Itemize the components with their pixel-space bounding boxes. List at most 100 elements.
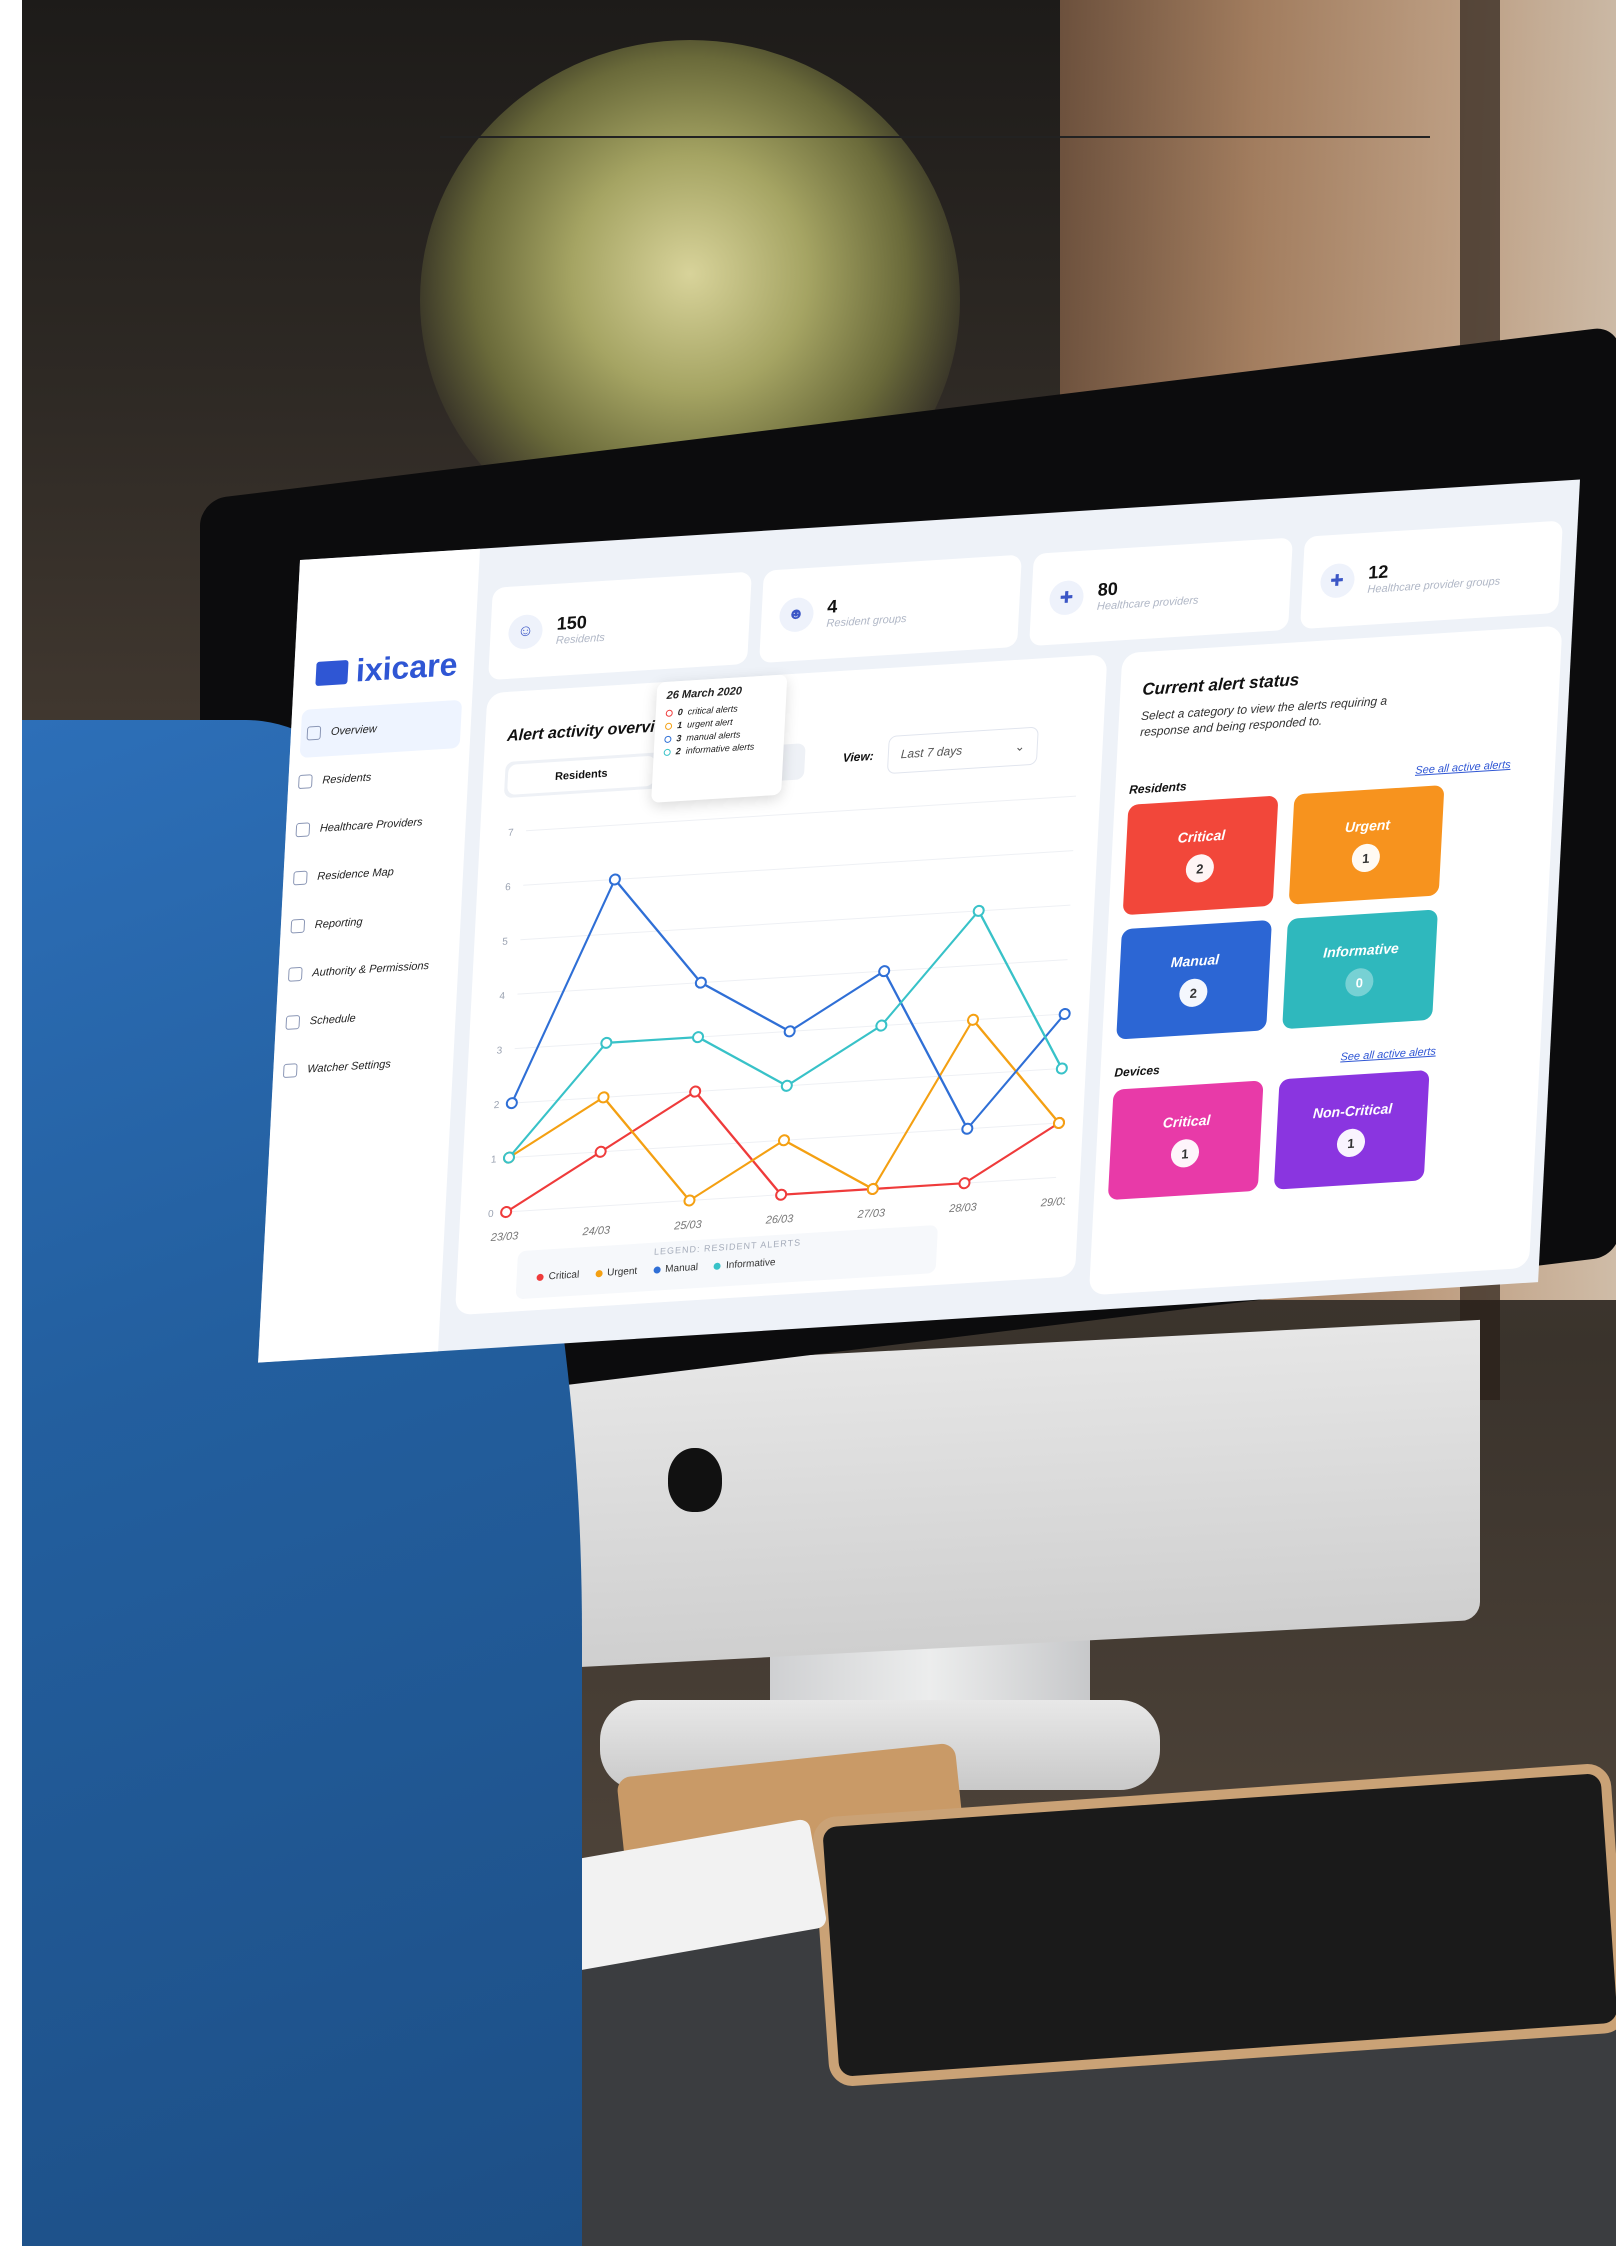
chart-title: Alert activity overview [506,717,677,746]
data-point [775,1188,788,1201]
residents-section-label: Residents [1128,779,1187,797]
data-point [505,1097,518,1110]
data-point [777,1134,791,1147]
tooltip-text: informative alerts [685,741,755,756]
stat-card-provider-groups[interactable]: ✚ 12 Healthcare provider groups [1299,520,1563,630]
y-tick-label: 3 [496,1045,503,1056]
see-all-device-alerts-link[interactable]: See all active alerts [1340,1046,1436,1064]
data-point [594,1145,607,1158]
y-tick-label: 6 [505,882,512,893]
medical-kit-icon: ✚ [1048,579,1085,616]
tile-resident-urgent[interactable]: Urgent 1 [1288,784,1445,905]
grid-line [523,850,1074,886]
tile-label: Critical [1177,826,1226,846]
data-point [967,1013,980,1026]
devices-section-label: Devices [1114,1062,1161,1080]
y-tick-label: 7 [508,828,515,839]
tile-count: 2 [1178,977,1209,1008]
tooltip-count: 0 [677,706,684,718]
medical-kit-icon [295,822,311,838]
view-dropdown[interactable]: Last 7 days ⌄ [886,726,1039,775]
tab-residents[interactable]: Residents [507,755,656,795]
data-point [961,1122,974,1135]
document-icon [290,918,306,934]
brand-name: ixicare [355,646,459,689]
data-point [1052,1116,1066,1129]
y-tick-label: 5 [502,936,509,947]
informative-ring-icon [663,748,671,756]
lock-icon [287,966,303,982]
tile-device-critical[interactable]: Critical 1 [1107,1080,1264,1201]
grid-line [520,904,1071,941]
x-tick-label: 25/03 [673,1219,703,1233]
see-all-resident-alerts-link[interactable]: See all active alerts [1415,759,1511,777]
tile-resident-informative[interactable]: Informative 0 [1282,909,1438,1030]
legend-item-informative[interactable]: Informative [713,1257,776,1272]
sidebar-nav: Overview Residents Healthcare Providers … [282,699,463,1095]
chevron-down-icon: ⌄ [1014,739,1026,755]
sidebar-item-label: Authority & Permissions [311,959,430,980]
data-point [692,1031,705,1044]
tile-count: 1 [1336,1127,1366,1158]
data-point [878,965,891,978]
grid-icon [306,725,322,741]
tooltip-title: 26 March 2020 [666,685,743,702]
data-point [958,1177,971,1190]
data-point [683,1194,696,1207]
y-tick-label: 1 [491,1154,498,1165]
x-tick-label: 26/03 [765,1213,795,1227]
tablet [811,1762,1616,2088]
data-point [600,1036,613,1049]
settings-icon [282,1063,298,1079]
data-point [875,1019,888,1032]
stat-card-healthcare-providers[interactable]: ✚ 80 Healthcare providers [1029,537,1293,647]
current-alert-status-card: Current alert status Select a category t… [1088,625,1563,1296]
x-tick-label: 27/03 [856,1207,886,1221]
tile-resident-manual[interactable]: Manual 2 [1116,919,1272,1040]
tile-label: Informative [1322,939,1400,961]
tooltip-count: 3 [676,732,682,744]
tooltip-text: critical alerts [687,703,739,717]
x-tick-label: 28/03 [948,1201,978,1215]
legend-item-urgent[interactable]: Urgent [594,1265,638,1280]
tile-count: 0 [1344,967,1375,998]
view-label: View: [842,748,875,765]
medical-group-icon: ✚ [1319,562,1355,599]
alert-activity-card: Alert activity overview Residents Device… [454,654,1108,1316]
ixicare-logo-icon [315,659,349,686]
y-tick-label: 4 [499,991,506,1002]
grid-line [517,959,1068,995]
sidebar-item-label: Residents [322,771,372,787]
divider-line [440,136,1430,138]
legend-label: Urgent [606,1265,638,1279]
data-point [780,1079,793,1092]
users-icon: ☻ [778,596,814,633]
stat-card-residents[interactable]: ☺ 150 Residents [488,571,752,681]
legend-item-critical[interactable]: Critical [536,1269,579,1283]
critical-dot-icon [536,1273,544,1282]
sidebar-item-label: Watcher Settings [306,1058,392,1076]
tooltip-count: 2 [675,746,682,757]
map-icon [292,870,308,886]
y-tick-label: 0 [488,1209,495,1220]
x-tick-label: 29/03 [1040,1196,1070,1210]
sidebar-item-label: Residence Map [317,866,395,883]
stat-card-resident-groups[interactable]: ☻ 4 Resident groups [758,554,1022,664]
sidebar-item-label: Overview [330,723,378,739]
tile-resident-critical[interactable]: Critical 2 [1122,795,1279,916]
legend-item-manual[interactable]: Manual [653,1262,698,1276]
chart-tooltip: 26 March 2020 0 critical alerts 1 urgent a… [651,674,788,803]
grid-line [526,795,1077,832]
data-point [500,1205,513,1219]
view-dropdown-value: Last 7 days [900,743,963,762]
data-point [972,904,985,917]
data-point [608,873,621,886]
sidebar-item-watcher-settings[interactable]: Watcher Settings [282,1037,445,1095]
calendar-icon [285,1014,301,1030]
series-line-manual [510,877,1066,1131]
tile-label: Manual [1170,951,1220,971]
status-subtitle: Select a category to view the alerts req… [1139,693,1388,740]
brand-logo[interactable]: ixicare [315,646,458,692]
photo-scene: ixicare Overview Residents Healthcare Pr… [0,0,1616,2246]
tile-device-non-critical[interactable]: Non-Critical 1 [1273,1069,1430,1190]
